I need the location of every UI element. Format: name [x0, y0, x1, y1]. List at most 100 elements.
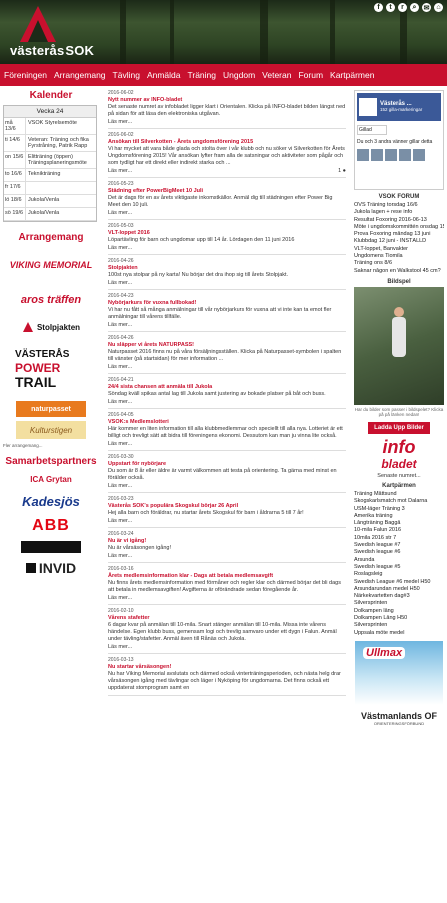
post-title[interactable]: Årets medlemsinformation klar - Dags att…	[108, 573, 346, 579]
post-title[interactable]: Städning efter PowerBigMeet 10 Juli	[108, 188, 346, 194]
nav-item-tavling[interactable]: Tävling	[113, 70, 140, 80]
nav-item-traning[interactable]: Träning	[188, 70, 217, 80]
kartparmen-item[interactable]: Silversprinten	[354, 622, 444, 629]
kartparmen-item[interactable]: Swedish League #6 medel H50	[354, 579, 444, 586]
nav-item-kartparmen[interactable]: Kartpärmen	[330, 70, 374, 80]
kartparmen-item[interactable]: Uppsala möte medel	[354, 630, 444, 637]
read-more-link[interactable]: Läs mer...	[108, 322, 132, 328]
club-logo-icon[interactable]	[14, 4, 62, 44]
read-more-link[interactable]: Läs mer...	[108, 644, 132, 650]
kartparmen-item[interactable]: 10-mila Falun 2016	[354, 527, 444, 534]
friend-avatar[interactable]	[371, 149, 383, 161]
forum-item[interactable]: VLT-loppet, Banvakter	[354, 246, 444, 253]
logo-text[interactable]: västeråsSOK	[10, 43, 94, 58]
nav-item-arrangemang[interactable]: Arrangemang	[54, 70, 106, 80]
forum-item[interactable]: Prova Foxoring måndag 13 juni	[354, 231, 444, 238]
nav-item-veteran[interactable]: Veteran	[262, 70, 291, 80]
twitter-icon[interactable]: t	[386, 3, 395, 12]
read-more-link[interactable]: Läs mer...	[108, 119, 132, 125]
kartparmen-item[interactable]: Träning Måttsund	[354, 491, 444, 498]
nav-item-ungdom[interactable]: Ungdom	[223, 70, 255, 80]
kartparmen-item[interactable]: Långträning Baggå	[354, 520, 444, 527]
ullmax-ad[interactable]: Ullmax	[355, 640, 443, 705]
forum-item[interactable]: Klubbdag 12 juni - INSTÄLLD	[354, 238, 444, 245]
forum-item[interactable]: Ungdomens Tiomila	[354, 253, 444, 260]
aros-traffen-logo[interactable]: aros träffen	[5, 287, 97, 313]
kadesjos-logo[interactable]: Kadesjös	[5, 491, 97, 511]
forum-item[interactable]: Möte i ungdomskommittén onsdag 15 juni k…	[354, 224, 444, 231]
more-arrangemang-link[interactable]: Fler arrangemang...	[3, 443, 99, 448]
calendar-event[interactable]: Elitträning (öppen) Träningsplaneringsmö…	[26, 152, 96, 168]
upload-pictures-button[interactable]: Ladda Upp Bilder	[368, 421, 430, 434]
kartparmen-item[interactable]: Skogskarlsmatch mot Dalarna	[354, 498, 444, 505]
ica-logo[interactable]: ICA Grytan	[5, 471, 97, 487]
rss-icon[interactable]: r	[398, 3, 407, 12]
calendar-event[interactable]: Veteran: Träning och fika Fyrstråning, P…	[26, 135, 96, 151]
vof-logo-text[interactable]: Västmanlands OF	[354, 711, 444, 721]
nav-item-foreningen[interactable]: Föreningen	[4, 70, 47, 80]
kulturstigen-logo[interactable]: Kulturstigen	[16, 421, 86, 439]
calendar-row[interactable]: må 13/6 VSOK Styrelsemöte	[4, 118, 96, 135]
facebook-like-button[interactable]: Gillad	[357, 125, 387, 135]
partner-banner[interactable]	[21, 541, 81, 553]
read-more-link[interactable]: Läs mer...	[108, 553, 132, 559]
infobladet-link[interactable]: info bladet Senaste numret...	[364, 438, 434, 479]
post-title[interactable]: Nybörjarkurs för vuxna fullbokad!	[108, 300, 346, 306]
post-title[interactable]: Vårens stafetter	[108, 615, 346, 621]
home-icon[interactable]: ⌂	[434, 3, 443, 12]
kartparmen-item[interactable]: USM-läger Träning 3	[354, 506, 444, 513]
post-title[interactable]: Nu är vi igång!	[108, 538, 346, 544]
forum-item[interactable]: Saknar någon en Walkstool 45 cm?	[354, 268, 444, 275]
kartparmen-item[interactable]: Dolkampen lång	[354, 608, 444, 615]
calendar-event[interactable]: Jukola/Venla	[26, 195, 96, 207]
calendar-row[interactable]: fr 17/6	[4, 182, 96, 195]
nav-item-forum[interactable]: Forum	[298, 70, 323, 80]
search-icon[interactable]: ⌕	[410, 3, 419, 12]
kartparmen-item[interactable]: Årsundarundan medel H50	[354, 586, 444, 593]
kartparmen-item[interactable]: Närkekvartetten dag#3	[354, 593, 444, 600]
calendar-row[interactable]: lö 18/6 Jukola/Venla	[4, 195, 96, 208]
kartparmen-item[interactable]: Swedish league #6	[354, 549, 444, 556]
forum-item[interactable]: OVS Träning torsdag 16/6	[354, 202, 444, 209]
post-title[interactable]: Uppstart för nybörjare	[108, 461, 346, 467]
forum-item[interactable]: Resultat Foxoring 2016-06-13	[354, 217, 444, 224]
kartparmen-item[interactable]: Roslagsleig	[354, 571, 444, 578]
post-title[interactable]: Stolpjakten	[108, 265, 346, 271]
post-title[interactable]: Nu släpper vi årets NATURPASS!	[108, 342, 346, 348]
kartparmen-item[interactable]: Swedish league #7	[354, 542, 444, 549]
nav-item-anmalda[interactable]: Anmälda	[147, 70, 181, 80]
read-more-link[interactable]: Läs mer...	[108, 168, 132, 174]
calendar-event[interactable]: Jukola/Venla	[26, 208, 96, 220]
read-more-link[interactable]: Läs mer...	[108, 441, 132, 447]
read-more-link[interactable]: Läs mer...	[108, 518, 132, 524]
mail-icon[interactable]: ✉	[422, 3, 431, 12]
kartparmen-item[interactable]: 10mila 2016 str 7	[354, 535, 444, 542]
read-more-link[interactable]: Läs mer...	[108, 280, 132, 286]
calendar-event[interactable]	[26, 182, 96, 194]
post-title[interactable]: VSOK:s Medlemslotteri	[108, 419, 346, 425]
post-title[interactable]: VLT-loppet 2016	[108, 230, 346, 236]
kartparmen-item[interactable]: Dolkampen Lång H50	[354, 615, 444, 622]
calendar-row[interactable]: on 15/6 Elitträning (öppen) Träningsplane…	[4, 152, 96, 169]
post-title[interactable]: Nu startar vårsäsongen!	[108, 664, 346, 670]
forum-item[interactable]: Jukola lagen + rese info	[354, 209, 444, 216]
read-more-link[interactable]: Läs mer...	[108, 364, 132, 370]
read-more-link[interactable]: Läs mer...	[108, 245, 132, 251]
kartparmen-item[interactable]: Silversprinten	[354, 600, 444, 607]
calendar-event[interactable]: Teknikträning	[26, 169, 96, 181]
comment-count[interactable]: 1 ●	[338, 168, 346, 174]
calendar-event[interactable]: VSOK Styrelsemöte	[26, 118, 96, 134]
read-more-link[interactable]: Läs mer...	[108, 595, 132, 601]
post-title[interactable]: Nytt nummer av INFO-bladet	[108, 97, 346, 103]
calendar-row[interactable]: sö 19/6 Jukola/Venla	[4, 208, 96, 221]
invid-logo[interactable]: INVID	[5, 557, 97, 579]
facebook-icon[interactable]: f	[374, 3, 383, 12]
read-more-link[interactable]: Läs mer...	[108, 483, 132, 489]
facebook-widget[interactable]: Västerås ... 152 gilla-markeringar Gillad…	[354, 90, 444, 190]
friend-avatar[interactable]	[385, 149, 397, 161]
forum-item[interactable]: Träning ons 8/6	[354, 260, 444, 267]
abb-logo[interactable]: ABB	[5, 515, 97, 537]
friend-avatar[interactable]	[399, 149, 411, 161]
post-title[interactable]: Västerås SOK's populära Skogskul börjar …	[108, 503, 346, 509]
kartparmen-item[interactable]: Amerika träning	[354, 513, 444, 520]
